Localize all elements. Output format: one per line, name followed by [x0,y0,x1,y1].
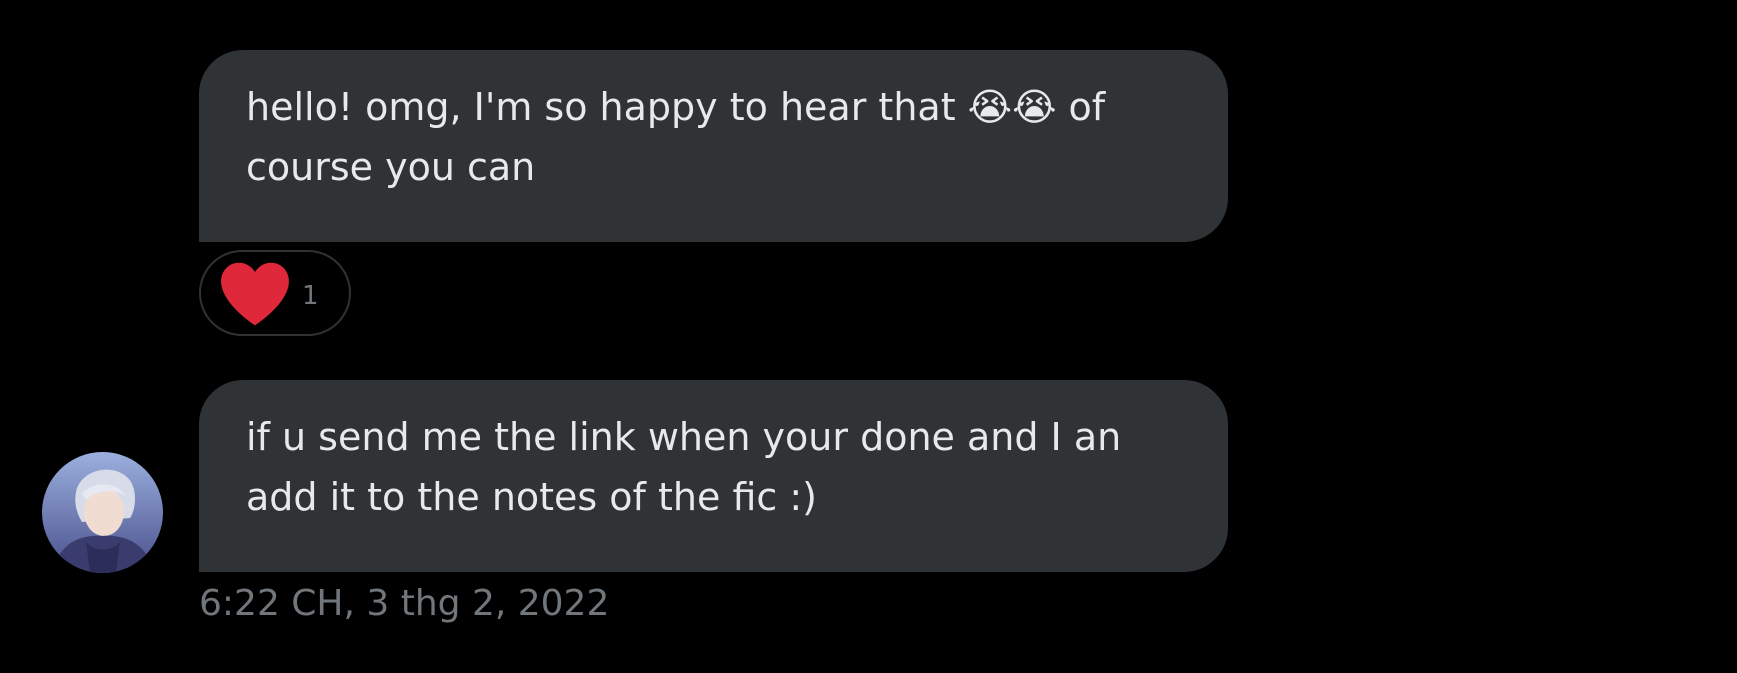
reaction-pill[interactable]: 1 [199,250,351,336]
message-timestamp: 6:22 CH, 3 thg 2, 2022 [199,583,610,624]
heart-icon [221,262,289,326]
message-text: if u send me the link when your done and… [246,415,1122,519]
avatar-image [42,452,163,573]
message-text: hello! omg, I'm so happy to hear that 😭😭… [246,85,1106,189]
reaction-count: 1 [302,281,319,311]
message-bubble[interactable]: hello! omg, I'm so happy to hear that 😭😭… [199,50,1228,242]
message-bubble[interactable]: if u send me the link when your done and… [199,380,1228,572]
avatar[interactable] [42,452,163,573]
